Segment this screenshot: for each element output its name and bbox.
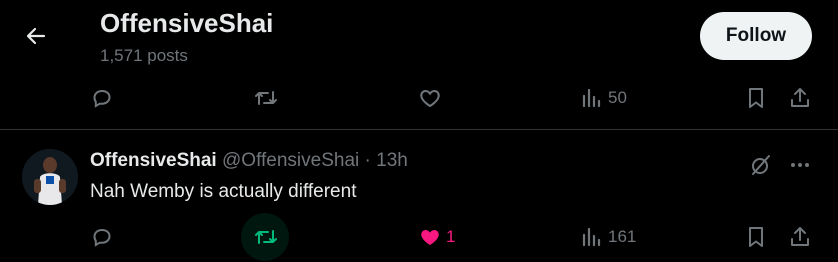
- profile-name: OffensiveShai: [100, 8, 274, 38]
- tweet-action-bar: 1 161: [0, 220, 838, 254]
- views-button[interactable]: 50: [580, 81, 627, 115]
- repost-button[interactable]: [253, 81, 279, 115]
- grok-button[interactable]: [748, 148, 774, 182]
- post-action-bar: 50: [0, 81, 838, 115]
- heart-icon: [420, 89, 440, 108]
- more-options-button[interactable]: [788, 148, 812, 182]
- repost-button[interactable]: [253, 220, 279, 254]
- tweet-timestamp[interactable]: 13h: [376, 150, 408, 171]
- separator-dot: ·: [364, 150, 371, 171]
- bookmark-button[interactable]: [745, 220, 767, 254]
- views-button[interactable]: 161: [580, 220, 636, 254]
- like-button[interactable]: [418, 81, 442, 115]
- more-dots-icon: [791, 163, 809, 167]
- reply-icon: [93, 228, 111, 247]
- like-count: 1: [446, 227, 456, 246]
- tweet-text: Nah Wemby is actually different: [90, 181, 357, 202]
- tweet-header: OffensiveShai @OffensiveShai · 13h: [90, 150, 408, 172]
- share-button[interactable]: [788, 220, 812, 254]
- views-count: 50: [608, 88, 627, 107]
- post-divider: [0, 129, 838, 130]
- avatar[interactable]: [22, 149, 78, 205]
- heart-filled-icon: [421, 230, 439, 245]
- reply-icon: [93, 89, 111, 108]
- back-arrow-icon: [26, 27, 46, 45]
- share-button[interactable]: [788, 81, 812, 115]
- reply-button[interactable]: [90, 81, 114, 115]
- tweet-author-handle[interactable]: @OffensiveShai: [222, 150, 359, 171]
- bookmark-icon: [749, 88, 763, 108]
- avatar-image: [22, 149, 78, 205]
- share-icon: [791, 88, 809, 107]
- post-count: 1,571 posts: [100, 46, 188, 65]
- profile-header: OffensiveShai 1,571 posts Follow: [0, 0, 838, 80]
- views-count: 161: [608, 227, 637, 246]
- follow-button[interactable]: Follow: [700, 12, 812, 60]
- views-bar-chart-icon: [582, 227, 601, 247]
- repost-icon: [255, 230, 277, 244]
- back-button[interactable]: [22, 22, 50, 50]
- grok-slash-circle-icon: [752, 155, 770, 175]
- reply-button[interactable]: [90, 220, 114, 254]
- repost-icon: [255, 91, 277, 105]
- views-bar-chart-icon: [582, 88, 601, 108]
- tweet-author-name[interactable]: OffensiveShai: [90, 150, 217, 171]
- bookmark-button[interactable]: [745, 81, 767, 115]
- share-icon: [791, 227, 809, 246]
- like-button[interactable]: 1: [418, 220, 455, 254]
- bookmark-icon: [749, 227, 763, 247]
